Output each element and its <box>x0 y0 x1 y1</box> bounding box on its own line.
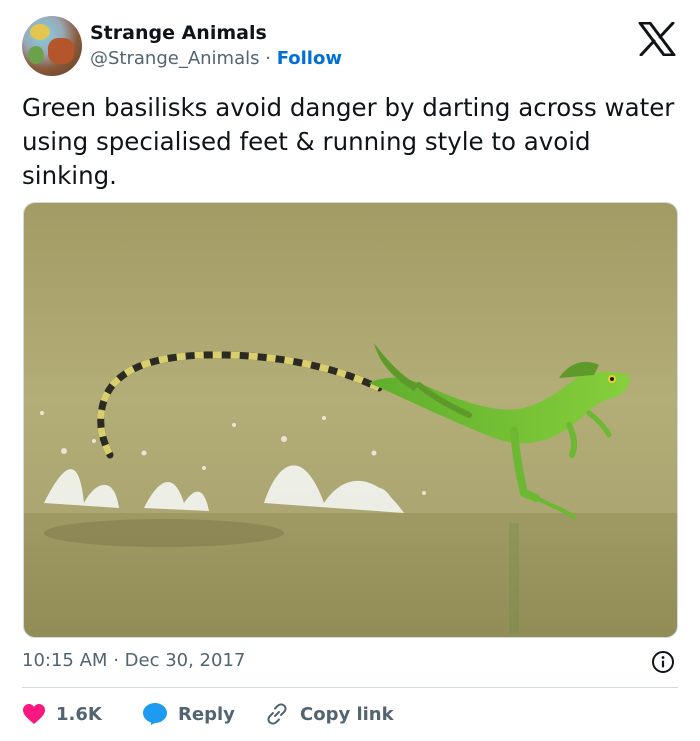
tweet-embed-card: Strange Animals @Strange_Animals · Follo… <box>0 0 700 741</box>
tweet-photo[interactable] <box>23 202 678 638</box>
tweet-timestamp: 10:15 AM · Dec 30, 2017 <box>22 650 245 671</box>
reply-button[interactable]: Reply <box>142 700 235 728</box>
author-handle-line: @Strange_Animals · Follow <box>90 48 342 69</box>
author-avatar[interactable] <box>22 16 82 76</box>
follow-button[interactable]: Follow <box>277 48 342 69</box>
like-count: 1.6K <box>56 703 102 725</box>
handle-separator: · <box>265 48 271 69</box>
avatar-art-piece <box>30 24 50 40</box>
link-icon <box>267 703 287 725</box>
like-button[interactable]: 1.6K <box>22 700 102 728</box>
info-icon[interactable] <box>651 650 675 674</box>
avatar-art-piece <box>28 46 44 64</box>
timestamp-separator: · <box>113 650 119 671</box>
reply-label: Reply <box>178 703 235 725</box>
tweet-time: 10:15 AM <box>22 650 108 671</box>
basilisk-photo-illustration <box>24 203 677 637</box>
x-logo-icon[interactable] <box>638 22 676 56</box>
copy-link-label: Copy link <box>300 703 394 725</box>
avatar-art-piece <box>48 38 74 64</box>
author-name[interactable]: Strange Animals <box>90 22 267 44</box>
copy-link-button[interactable]: Copy link <box>264 700 394 728</box>
reply-bubble-icon <box>143 703 167 725</box>
tweet-date: Dec 30, 2017 <box>124 650 246 671</box>
author-handle[interactable]: @Strange_Animals <box>90 48 260 69</box>
heart-icon <box>23 704 45 724</box>
tweet-time-link[interactable]: 10:15 AM · Dec 30, 2017 <box>22 650 245 671</box>
tweet-text: Green basilisks avoid danger by darting … <box>22 93 675 190</box>
actions-divider <box>22 687 678 688</box>
